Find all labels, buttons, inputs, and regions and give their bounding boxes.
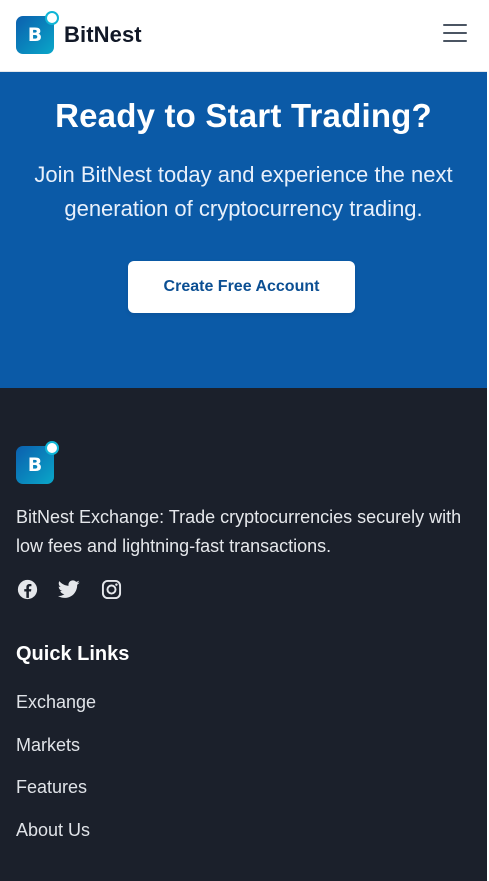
menu-line [443,24,467,26]
quick-link-exchange[interactable]: Exchange [16,692,96,735]
create-account-button[interactable]: Create Free Account [128,261,355,313]
quick-link-features[interactable]: Features [16,777,96,820]
site-footer: B BitNest Exchange: Trade cryptocurrenci… [0,388,487,881]
footer-logo-dot-icon [45,441,59,455]
footer-logo[interactable]: B [16,441,59,484]
menu-line [443,40,467,42]
logo-badge: B [16,11,59,54]
cta-hero-section: Ready to Start Trading? Join BitNest tod… [0,72,487,388]
quick-links-heading: Quick Links [16,643,130,665]
facebook-icon[interactable] [16,578,38,600]
logo-letter: B [27,24,43,46]
footer-description: BitNest Exchange: Trade cryptocurrencies… [16,507,462,556]
hamburger-menu-icon[interactable] [443,24,467,46]
quick-link-markets[interactable]: Markets [16,735,96,778]
hero-subtitle: Join BitNest today and experience the ne… [34,162,453,221]
brand-name: BitNest [64,22,142,47]
logo-dot-icon [45,11,59,25]
quick-links-list: Exchange Markets Features About Us [16,692,96,862]
instagram-icon[interactable] [100,578,122,600]
brand-logo-link[interactable]: B BitNest [16,11,142,54]
quick-link-about-us[interactable]: About Us [16,820,96,863]
footer-logo-badge: B [16,441,59,484]
twitter-icon[interactable] [58,578,80,600]
top-navbar: B BitNest [0,0,487,72]
social-links [16,578,142,600]
hero-title: Ready to Start Trading? [55,97,432,134]
footer-logo-letter: B [27,454,43,476]
menu-line [443,32,467,34]
